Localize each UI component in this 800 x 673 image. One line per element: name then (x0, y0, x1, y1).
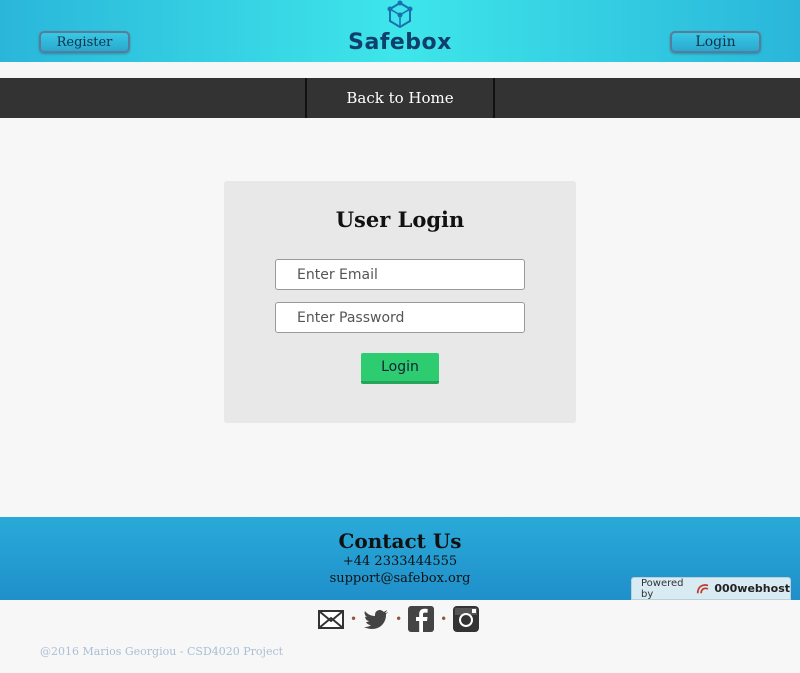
envelope-icon[interactable] (316, 604, 346, 634)
register-button[interactable]: Register (39, 31, 130, 53)
site-header: Register Safebox Login (0, 0, 800, 62)
twitter-icon[interactable] (361, 604, 391, 634)
password-field[interactable] (275, 302, 525, 333)
logo-text: Safebox (348, 30, 452, 55)
instagram-icon[interactable] (451, 604, 481, 634)
login-title: User Login (335, 207, 465, 232)
separator: • (350, 612, 358, 626)
powered-by-label: Powered by (641, 577, 684, 600)
navigation-bar: Back to Home (0, 78, 800, 118)
header-login-button[interactable]: Login (670, 31, 761, 53)
powered-by-badge[interactable]: Powered by 000webhost (631, 577, 791, 600)
separator: • (440, 612, 448, 626)
back-to-home-link[interactable]: Back to Home (305, 78, 495, 118)
email-field[interactable] (275, 259, 525, 290)
webhost-logo-icon (696, 583, 709, 593)
facebook-icon[interactable] (406, 604, 436, 634)
social-links: • • • (316, 604, 481, 634)
login-submit-button[interactable]: Login (361, 353, 439, 384)
powered-by-brand: 000webhost (714, 582, 790, 595)
copyright-text: @2016 Marios Georgiou - CSD4020 Project (40, 645, 284, 658)
separator: • (395, 612, 403, 626)
hexagon-network-icon (387, 0, 413, 29)
footer-title: Contact Us (338, 529, 462, 553)
contact-phone: +44 2333444555 (342, 554, 458, 569)
login-form: User Login Login (224, 181, 576, 423)
site-logo[interactable]: Safebox (340, 0, 460, 62)
